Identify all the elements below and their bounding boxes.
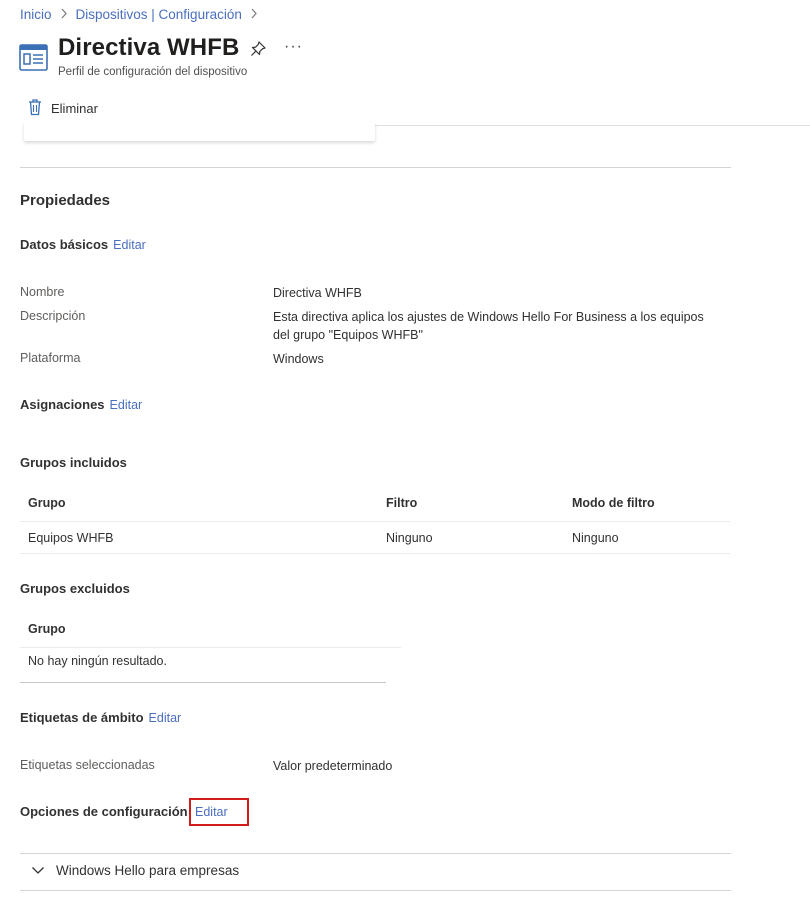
- table-cell-filter-mode: Ninguno: [572, 531, 619, 545]
- scope-tags-heading: Etiquetas de ámbito Editar: [20, 710, 181, 725]
- basics-edit-link[interactable]: Editar: [113, 238, 146, 252]
- accordion-top-divider: [20, 853, 731, 854]
- chevron-right-icon: [60, 8, 68, 22]
- configuration-profile-icon: [19, 43, 48, 72]
- accordion-bottom-divider: [20, 890, 731, 891]
- assignments-edit-link[interactable]: Editar: [110, 398, 143, 412]
- field-value-platform: Windows: [273, 352, 324, 366]
- config-options-heading: Opciones de configuración: [20, 804, 188, 819]
- properties-title: Propiedades: [20, 192, 111, 209]
- scope-tags-edit-link[interactable]: Editar: [149, 711, 182, 725]
- included-groups-heading: Grupos incluidos: [20, 455, 127, 470]
- basics-heading: Datos básicos Editar: [20, 237, 146, 252]
- empty-results-text: No hay ningún resultado.: [28, 654, 167, 668]
- basics-heading-text: Datos básicos: [20, 237, 109, 252]
- section-divider: [20, 167, 731, 168]
- excluded-groups-heading: Grupos excluidos: [20, 581, 130, 596]
- more-options-icon[interactable]: ···: [284, 38, 303, 56]
- field-label-description: Descripción: [20, 309, 86, 323]
- chevron-right-icon: [250, 8, 258, 22]
- field-label-name: Nombre: [20, 285, 65, 299]
- breadcrumb-devices-link[interactable]: Dispositivos | Configuración: [76, 7, 242, 22]
- trash-icon: [27, 98, 43, 119]
- delete-button[interactable]: Eliminar: [27, 98, 98, 119]
- table-divider: [20, 647, 401, 648]
- field-value-name: Directiva WHFB: [273, 286, 362, 300]
- chevron-down-icon: [31, 863, 45, 878]
- breadcrumb: Inicio Dispositivos | Configuración: [20, 7, 258, 22]
- summary-card: [24, 122, 375, 141]
- column-header-filter: Filtro: [386, 496, 418, 510]
- column-header-filter-mode: Modo de filtro: [572, 496, 655, 510]
- column-header-group: Grupo: [28, 496, 66, 510]
- assignments-heading-text: Asignaciones: [20, 397, 105, 412]
- delete-button-label: Eliminar: [51, 101, 98, 116]
- scope-tags-heading-text: Etiquetas de ámbito: [20, 710, 144, 725]
- assignments-heading: Asignaciones Editar: [20, 397, 142, 412]
- field-value-description: Esta directiva aplica los ajustes de Win…: [273, 310, 704, 342]
- breadcrumb-home-link[interactable]: Inicio: [20, 7, 52, 22]
- highlight-box: [189, 798, 249, 826]
- table-divider: [20, 521, 730, 522]
- page-subtitle: Perfil de configuración del dispositivo: [58, 66, 248, 78]
- accordion-windows-hello[interactable]: Windows Hello para empresas: [31, 863, 239, 878]
- column-header-group-excluded: Grupo: [28, 622, 66, 636]
- page-title: Directiva WHFB: [58, 34, 240, 61]
- table-divider: [20, 682, 386, 683]
- table-cell-filter: Ninguno: [386, 531, 433, 545]
- table-divider: [20, 553, 730, 554]
- field-label-platform: Plataforma: [20, 351, 81, 365]
- scope-tags-label: Etiquetas seleccionadas: [20, 758, 155, 772]
- scope-tags-value: Valor predeterminado: [273, 759, 393, 773]
- accordion-label: Windows Hello para empresas: [56, 863, 240, 878]
- table-cell-group: Equipos WHFB: [28, 531, 114, 545]
- toolbar-divider: [375, 125, 810, 126]
- pin-icon[interactable]: [249, 40, 267, 58]
